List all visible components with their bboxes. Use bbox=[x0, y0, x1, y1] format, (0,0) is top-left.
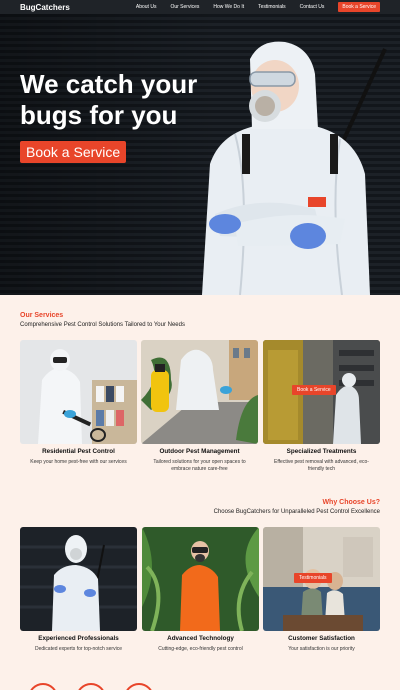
why-card-desc: Dedicated experts for top-notch service bbox=[35, 646, 122, 652]
why-card-title: Advanced Technology bbox=[167, 635, 234, 642]
service-card-title: Outdoor Pest Management bbox=[159, 448, 240, 455]
nav-link-how[interactable]: How We Do It bbox=[213, 4, 244, 10]
service-card-residential[interactable]: Residential Pest Control Keep your home … bbox=[20, 340, 137, 466]
nav-link-testimonials[interactable]: Testimonials bbox=[258, 4, 286, 10]
services-title: Our Services bbox=[20, 312, 64, 319]
service-card-desc: Effective pest removal with advanced, ec… bbox=[274, 459, 369, 472]
professionals-image bbox=[20, 527, 137, 631]
outdoor-image bbox=[141, 340, 258, 444]
service-card-title: Specialized Treatments bbox=[286, 448, 357, 455]
why-card-title: Experienced Professionals bbox=[38, 635, 119, 642]
nav-link-about[interactable]: About Us bbox=[136, 4, 157, 10]
service-card-outdoor[interactable]: Outdoor Pest Management Tailored solutio… bbox=[141, 340, 258, 473]
top-nav: BugCatchers About Us Our Services How We… bbox=[0, 0, 400, 14]
service-card-desc: Tailored solutions for your open spaces … bbox=[153, 459, 246, 472]
circle-icon bbox=[124, 683, 154, 690]
why-title: Why Choose Us? bbox=[322, 499, 380, 506]
why-card-professionals[interactable]: Experienced Professionals Dedicated expe… bbox=[20, 527, 137, 653]
hero-exterminator-image bbox=[202, 41, 387, 295]
nav-link-contact[interactable]: Contact Us bbox=[300, 4, 325, 10]
satisfaction-image: Testimonials bbox=[263, 527, 380, 631]
service-card-title: Residential Pest Control bbox=[42, 448, 115, 455]
why-card-desc: Your satisfaction is our priority bbox=[288, 646, 355, 652]
why-card-technology[interactable]: Advanced Technology Cutting-edge, eco-fr… bbox=[142, 527, 259, 653]
residential-image bbox=[20, 340, 137, 444]
specialized-book-button[interactable]: Book a Service bbox=[292, 385, 336, 395]
service-card-specialized[interactable]: Book a Service Specialized Treatments Ef… bbox=[263, 340, 380, 473]
logo[interactable]: BugCatchers bbox=[20, 3, 70, 12]
nav-links: About Us Our Services How We Do It Testi… bbox=[122, 4, 324, 10]
technology-image bbox=[142, 527, 259, 631]
hero-title: We catch your bugs for you bbox=[20, 69, 198, 130]
why-card-title: Customer Satisfaction bbox=[288, 635, 355, 642]
circle-icon bbox=[28, 683, 58, 690]
services-subtitle: Comprehensive Pest Control Solutions Tai… bbox=[20, 322, 185, 328]
page: BugCatchers About Us Our Services How We… bbox=[0, 0, 400, 690]
nav-link-services[interactable]: Our Services bbox=[170, 4, 199, 10]
specialized-image: Book a Service bbox=[263, 340, 380, 444]
service-card-desc: Keep your home pest-free with our servic… bbox=[30, 459, 127, 465]
circle-icon bbox=[76, 683, 106, 690]
bottom-icon-row bbox=[28, 683, 154, 690]
why-subtitle: Choose BugCatchers for Unparalleled Pest… bbox=[213, 509, 380, 515]
testimonials-button[interactable]: Testimonials bbox=[294, 573, 332, 583]
hero-book-button[interactable]: Book a Service bbox=[20, 141, 127, 163]
why-card-satisfaction[interactable]: Testimonials Customer Satisfaction Your … bbox=[263, 527, 380, 653]
nav-book-button[interactable]: Book a Service bbox=[338, 2, 380, 12]
hero: We catch your bugs for you Book a Servic… bbox=[0, 14, 400, 295]
why-card-desc: Cutting-edge, eco-friendly pest control bbox=[158, 646, 243, 652]
